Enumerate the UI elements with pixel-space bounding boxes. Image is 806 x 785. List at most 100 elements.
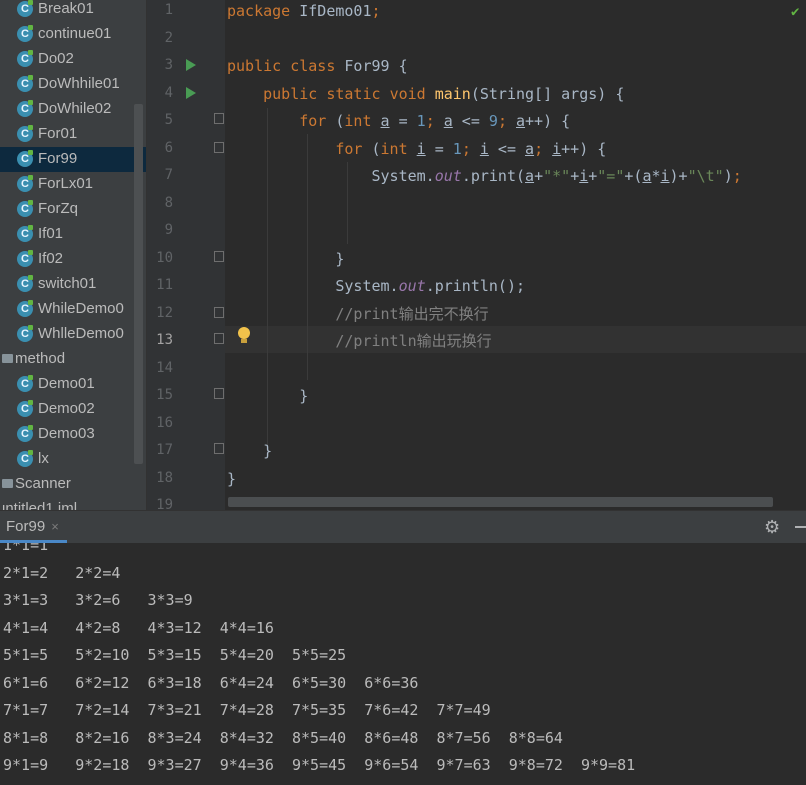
line-number: 10 [156,249,173,266]
tree-item[interactable]: C For01 [0,122,146,147]
keyword: static [326,85,381,103]
keyword: class [290,57,336,75]
tree-item[interactable]: C If02 [0,247,146,272]
console-line: 9*1=9 9*2=18 9*3=27 9*4=36 9*5=45 9*6=54… [3,756,636,774]
console-line: 6*1=6 6*2=12 6*3=18 6*4=24 6*5=30 6*6=36 [3,673,419,692]
close-icon[interactable]: × [51,519,59,534]
string-literal: "*" [543,167,571,185]
tree-item[interactable]: Clx [0,447,146,472]
line-number: 7 [164,167,173,183]
code-line[interactable]: System.out.print(a+"*"+i+"="+(a*i)+"\t")… [227,165,742,192]
console-line: 5*1=5 5*2=10 5*3=15 5*4=20 5*5=25 [3,646,347,664]
fold-marker-icon[interactable] [214,307,224,318]
tree-item[interactable]: untitled1.iml [0,497,146,510]
line-number: 14 [156,359,173,376]
class-icon: C [17,50,33,67]
tree-item[interactable]: C DoWhile02 [0,97,146,122]
fold-marker-icon[interactable] [214,333,224,344]
tree-item[interactable]: Ccontinue01 [0,22,146,47]
code-line[interactable]: for (int a = 1; a <= 9; a++) { [227,110,570,137]
tree-item-label: lx [38,450,49,467]
console-line: 7*1=7 7*2=14 7*3=21 7*4=28 7*5=35 7*6=42… [3,701,491,719]
method-call: .println(); [425,277,526,295]
tree-item[interactable]: C Demo03 [0,422,146,447]
tree-item[interactable]: C Break01 [0,0,146,22]
code-line[interactable]: } [227,468,236,495]
tree-item-label: For01 [38,125,78,142]
code-line[interactable]: System.out.println(); [227,275,525,302]
keyword: public [263,85,318,103]
tree-item[interactable]: C DoWhhile01 [0,72,146,97]
fold-marker-icon[interactable] [214,251,224,262]
number-literal: 1 [416,112,426,130]
string-literal: "\t" [687,167,724,185]
run-main-icon[interactable] [186,87,196,99]
inspection-ok-icon[interactable]: ✔ [791,4,799,20]
line-number: 12 [156,304,173,321]
tree-item-label: Scanner [15,475,71,492]
variable: a [380,112,390,130]
project-tree-scrollbar[interactable] [134,104,143,464]
code-line[interactable]: //print输出完不换行 [227,303,489,330]
tree-item-label: DoWhhile01 [38,75,120,92]
code-line[interactable]: } [227,248,344,275]
code-line[interactable]: public static void main(String[] args) { [227,83,624,110]
tree-item[interactable]: method [0,347,146,372]
fold-marker-icon[interactable] [214,388,224,399]
class-icon: C [17,425,33,442]
tree-item[interactable]: C ForLx01 [0,172,146,197]
tree-item-label: ForZq [38,200,79,217]
line-number: 17 [156,442,173,458]
fold-marker-icon[interactable] [214,443,224,454]
tree-item-label: If02 [38,250,64,267]
code-editor[interactable]: ✔ package IfDemo01; public class For99 {… [225,0,806,510]
class-icon: C [17,250,33,267]
console-output[interactable]: 1*1=1 2*1=2 2*2=4 3*1=3 3*2=6 3*3=9 4*1=4 4… [0,543,806,785]
tree-item[interactable]: C WhileDemo0 [0,297,146,322]
keyword: int [344,112,372,130]
tree-item-label: WhileDemo0 [38,300,124,317]
code-line[interactable]: public class For99 { [227,55,408,82]
console-line: 3*1=3 3*2=6 3*3=9 [3,591,193,609]
class-icon: C [17,100,33,117]
tree-item[interactable]: Cswitch01 [0,272,146,297]
tree-item[interactable]: C Do02 [0,47,146,72]
tree-item-label: Demo01 [38,375,95,392]
tree-item[interactable]: C For99 [0,147,146,172]
line-number: 8 [164,194,173,211]
tree-item-label: Do02 [38,50,74,67]
run-tool-window-header: For99 × ⚙ [0,510,806,544]
line-number: 2 [164,29,173,46]
run-class-icon[interactable] [186,59,196,71]
code-comment: //println输出玩换行 [335,332,492,350]
keyword: public [227,57,282,75]
gear-icon[interactable]: ⚙ [764,517,780,538]
class-icon: C [17,300,33,317]
tree-item[interactable]: C ForZq [0,197,146,222]
static-field: out [398,277,426,295]
tree-item[interactable]: C WhlleDemo0 [0,322,146,347]
package-name: IfDemo01 [299,2,372,20]
fold-marker-icon[interactable] [214,113,224,124]
tree-item[interactable]: C If01 [0,222,146,247]
editor-horizontal-scrollbar[interactable] [228,497,773,507]
tree-item-label: Demo02 [38,400,95,417]
tree-item[interactable]: Scanner [0,472,146,497]
run-tab[interactable]: For99 × [0,511,67,543]
code-line[interactable]: package IfDemo01; [227,0,381,27]
console-line: 4*1=4 4*2=8 4*3=12 4*4=16 [3,618,274,637]
code-line[interactable]: } [227,385,308,412]
fold-marker-icon[interactable] [214,142,224,153]
tree-item[interactable]: C Demo01 [0,372,146,397]
code-comment: //print输出完不换行 [335,305,489,323]
tree-item-label: method [15,350,66,367]
code-line[interactable]: } [227,440,272,467]
class-icon: C [17,125,33,142]
intention-bulb-icon[interactable] [238,327,250,343]
class-icon: C [17,325,33,342]
code-line[interactable]: for (int i = 1; i <= a; i++) { [227,138,606,165]
console-line: 1*1=1 [3,543,49,554]
minimize-icon[interactable] [795,526,806,528]
tree-item[interactable]: C Demo02 [0,397,146,422]
code-line[interactable]: //println输出玩换行 [227,330,492,357]
